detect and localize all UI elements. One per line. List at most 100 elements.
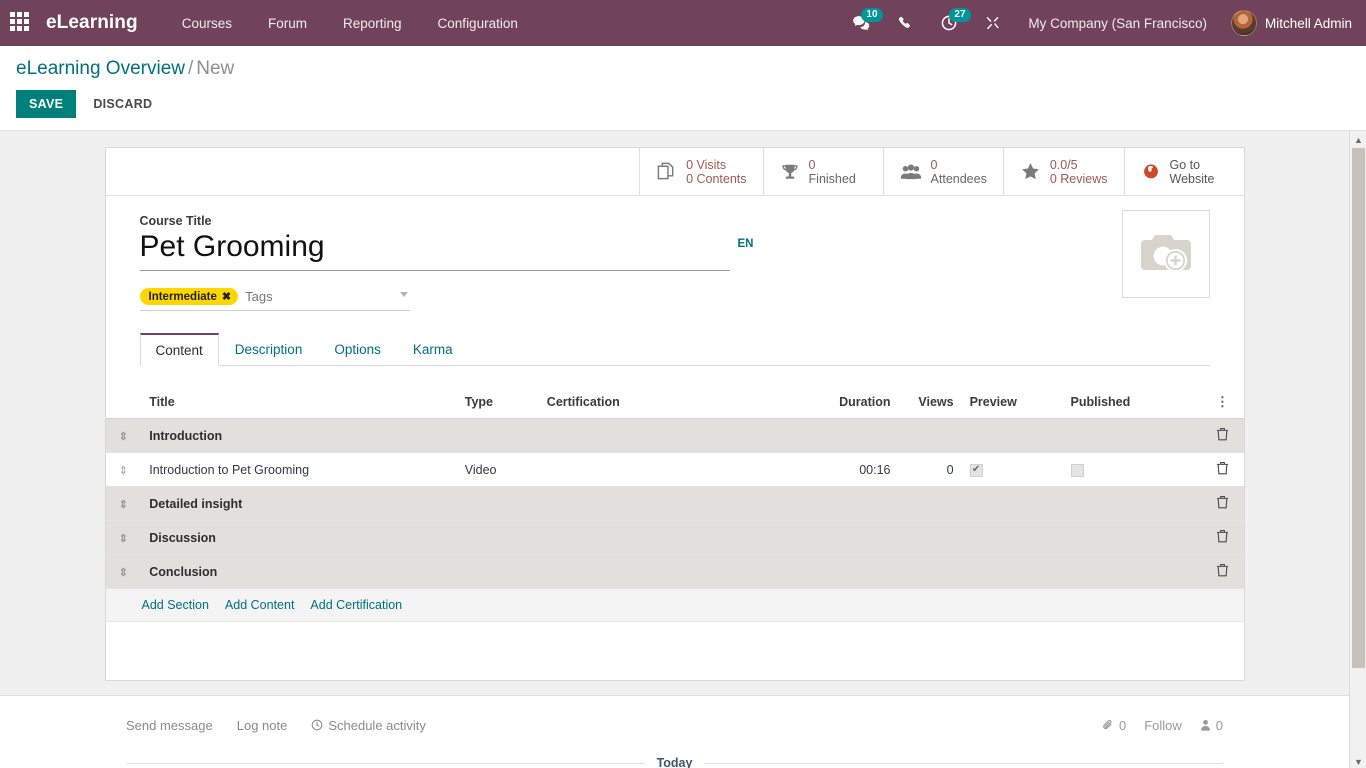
stat-button-go-to-website[interactable]: Go to Website [1124,148,1244,195]
row-duration[interactable] [793,555,898,589]
published-checkbox[interactable] [1071,464,1084,477]
row-type[interactable] [457,521,539,555]
scroll-down-arrow-icon[interactable]: ▼ [1350,753,1366,768]
star-icon [1020,161,1041,182]
menu-item-reporting[interactable]: Reporting [325,10,420,37]
log-note-button[interactable]: Log note [237,718,288,733]
user-menu[interactable]: Mitchell Admin [1221,10,1352,36]
menu-item-courses[interactable]: Courses [164,10,250,37]
follow-button[interactable]: Follow [1144,718,1182,733]
stat-button-visits[interactable]: 0 Visits 0 Contents [639,148,762,195]
row-duration[interactable] [793,487,898,521]
debug-tools-menu[interactable] [971,0,1014,46]
row-title[interactable]: Discussion [141,521,457,555]
trash-icon[interactable] [1216,563,1229,580]
row-type[interactable]: Video [457,453,539,487]
row-views[interactable]: 0 [898,453,961,487]
row-preview [962,555,1063,589]
add-content-link[interactable]: Add Content [225,598,295,612]
trash-icon[interactable] [1216,427,1229,444]
trash-icon[interactable] [1216,529,1229,546]
stat-finished-value: 0 [809,158,856,172]
trash-icon[interactable] [1216,495,1229,512]
activities-menu[interactable]: 27 [927,0,971,46]
row-views[interactable] [898,419,961,453]
row-certification[interactable] [539,487,794,521]
row-views[interactable] [898,555,961,589]
preview-checkbox[interactable]: ✔ [970,464,983,477]
drag-handle-icon[interactable]: ⇕ [119,465,128,477]
course-image-upload[interactable] [1122,210,1210,298]
save-button[interactable]: SAVE [16,90,76,118]
row-views[interactable] [898,487,961,521]
drag-handle-icon[interactable]: ⇕ [119,533,128,545]
chevron-down-icon[interactable] [400,292,408,297]
sheet-bottom-padding [106,622,1244,680]
add-section-link[interactable]: Add Section [142,598,209,612]
breadcrumb-root-link[interactable]: eLearning Overview [16,58,185,79]
course-title-input[interactable] [140,230,730,271]
tab-description[interactable]: Description [219,333,319,366]
company-switcher[interactable]: My Company (San Francisco) [1014,16,1221,31]
drag-handle-icon[interactable]: ⇕ [119,567,128,579]
row-title[interactable]: Introduction to Pet Grooming [141,453,457,487]
row-type[interactable] [457,555,539,589]
drag-handle-icon[interactable]: ⇕ [119,499,128,511]
table-row[interactable]: ⇕ Introduction [106,419,1244,453]
stat-button-reviews[interactable]: 0.0/5 0 Reviews [1003,148,1124,195]
stat-button-attendees[interactable]: 0 Attendees [883,148,1003,195]
tags-input[interactable] [245,289,421,304]
row-title[interactable]: Conclusion [141,555,457,589]
attachment-count[interactable]: 0 [1102,718,1126,733]
row-title[interactable]: Detailed insight [141,487,457,521]
tags-field[interactable]: Intermediate ✖ [140,288,410,311]
trash-icon[interactable] [1216,461,1229,478]
app-brand-elearning[interactable]: eLearning [46,12,138,34]
row-duration[interactable] [793,521,898,555]
table-header: Title Type Certification Duration Views … [106,386,1244,419]
row-certification[interactable] [539,555,794,589]
row-certification[interactable] [539,521,794,555]
table-row[interactable]: ⇕ Detailed insight [106,487,1244,521]
schedule-activity-button[interactable]: Schedule activity [311,718,426,733]
add-certification-link[interactable]: Add Certification [310,598,402,612]
phone-icon [897,15,914,32]
row-certification[interactable] [539,453,794,487]
discard-button[interactable]: DISCARD [82,90,163,118]
vertical-scrollbar[interactable]: ▲ ▼ [1349,131,1366,768]
stat-button-finished[interactable]: 0 Finished [763,148,883,195]
table-row[interactable]: ⇕ Conclusion [106,555,1244,589]
tab-karma[interactable]: Karma [397,333,469,366]
tab-options[interactable]: Options [318,333,397,366]
scroll-up-arrow-icon[interactable]: ▲ [1350,131,1366,148]
row-duration[interactable] [793,419,898,453]
menu-item-forum[interactable]: Forum [250,10,325,37]
tag-remove-icon[interactable]: ✖ [222,290,231,303]
chatter-toolbar: Send message Log note Schedule activity … [0,710,1349,740]
row-views[interactable] [898,521,961,555]
course-title-row: EN [140,230,730,271]
tag-intermediate[interactable]: Intermediate ✖ [140,288,239,305]
row-duration[interactable]: 00:16 [793,453,898,487]
menu-item-configuration[interactable]: Configuration [420,10,536,37]
send-message-button[interactable]: Send message [126,718,213,733]
followers-count[interactable]: 0 [1200,718,1223,733]
table-row[interactable]: ⇕ Discussion [106,521,1244,555]
vertical-ellipsis-icon[interactable]: ⋮ [1216,397,1229,407]
table-row[interactable]: ⇕ Introduction to Pet Grooming Video 00:… [106,453,1244,487]
messages-menu[interactable]: 10 [839,0,884,46]
row-title[interactable]: Introduction [141,419,457,453]
pages-icon [656,161,677,182]
row-certification[interactable] [539,419,794,453]
scrollbar-thumb[interactable] [1352,148,1365,668]
apps-grid-icon[interactable] [10,12,32,34]
row-type[interactable] [457,487,539,521]
tab-content[interactable]: Content [140,333,219,366]
voip-phone-button[interactable] [884,0,927,46]
language-badge[interactable]: EN [738,238,754,250]
globe-icon [1141,162,1161,182]
drag-handle-icon[interactable]: ⇕ [119,431,128,443]
row-type[interactable] [457,419,539,453]
col-preview: Preview [962,386,1063,419]
chatter-meta-group: 0 Follow 0 [1102,718,1223,733]
